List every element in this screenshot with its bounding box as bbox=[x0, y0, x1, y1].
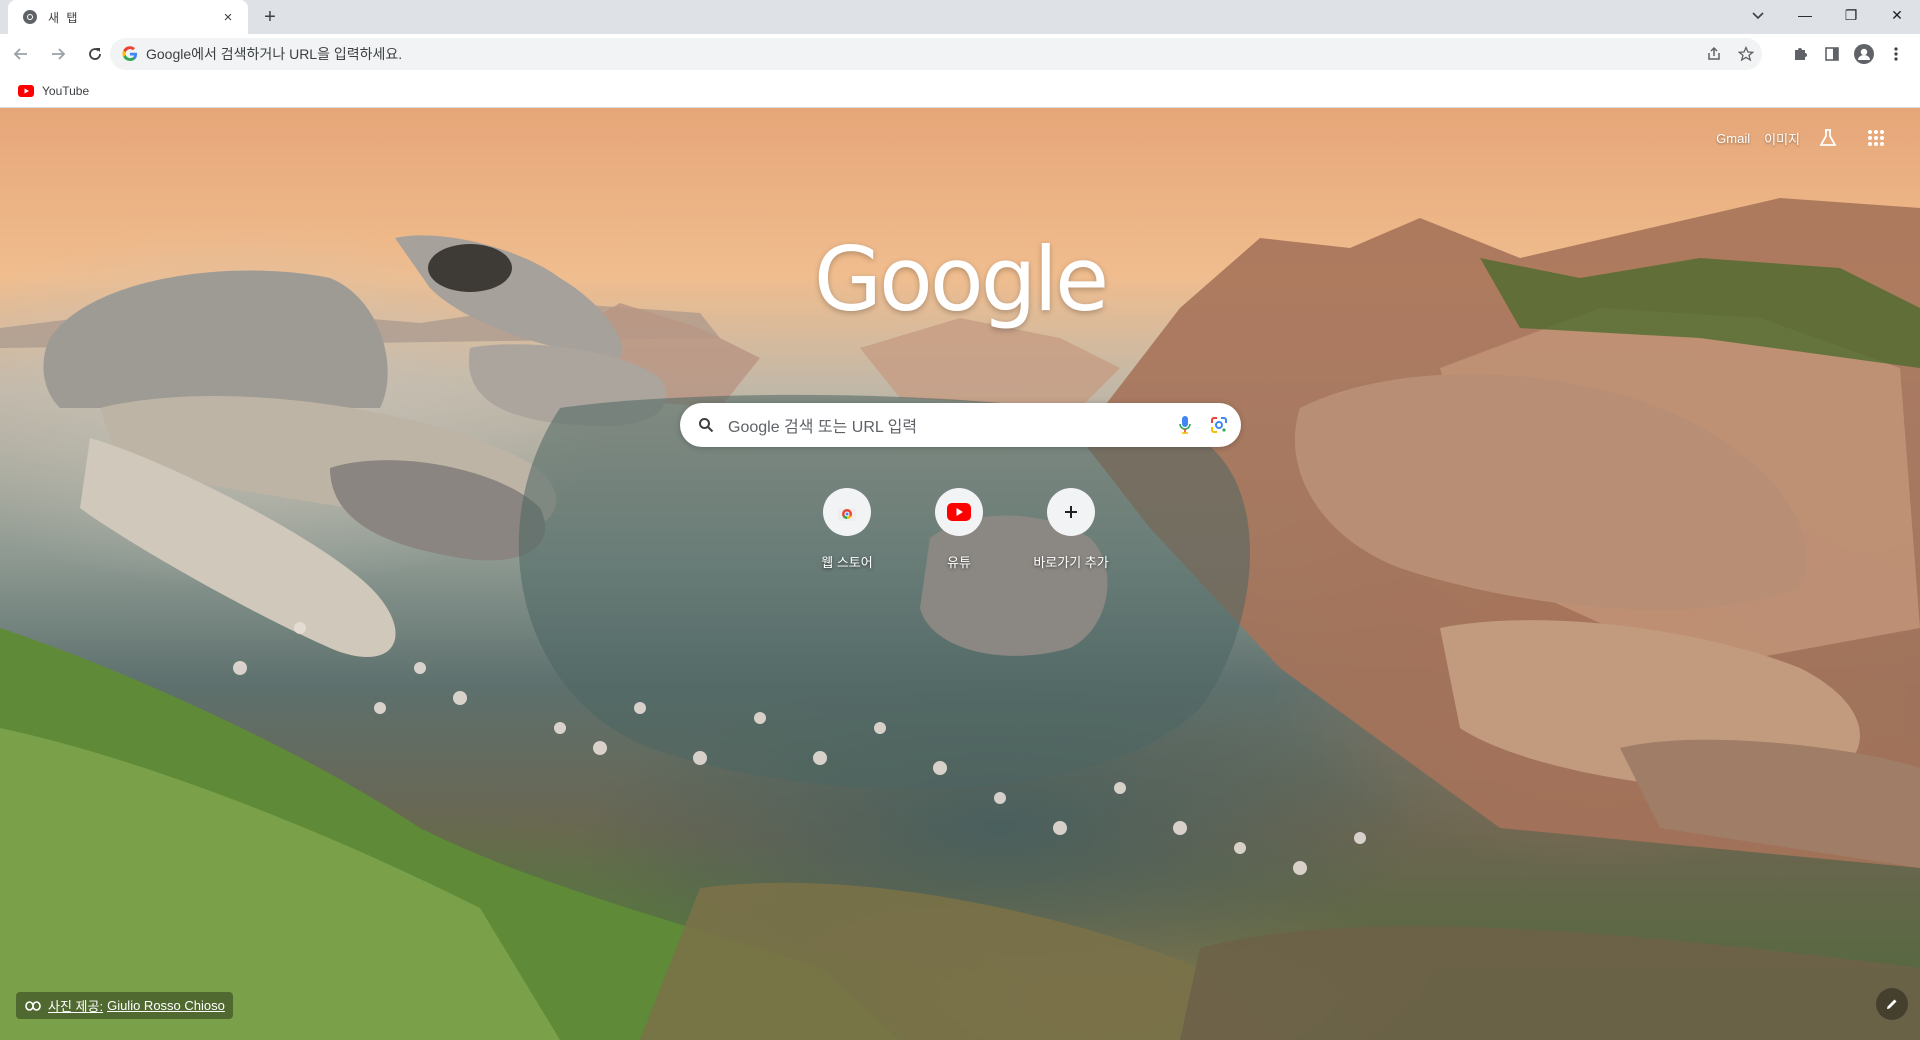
plus-icon bbox=[1065, 506, 1077, 518]
arrow-right-icon bbox=[52, 48, 66, 60]
shortcut-tile bbox=[1047, 488, 1095, 536]
shortcut-add[interactable]: 바로가기 추가 bbox=[1015, 480, 1127, 592]
chevron-down-icon bbox=[1752, 12, 1764, 20]
bookmark-youtube[interactable]: YouTube bbox=[12, 78, 95, 104]
link-icon bbox=[24, 997, 42, 1015]
bookmarks-bar: YouTube bbox=[0, 74, 1920, 108]
tab-search-button[interactable] bbox=[1744, 4, 1772, 28]
labs-flask-icon bbox=[1819, 129, 1837, 146]
pencil-icon bbox=[1887, 999, 1897, 1009]
avatar-icon bbox=[1854, 44, 1874, 64]
google-g-icon bbox=[122, 46, 137, 61]
shortcut-label: 유튜 bbox=[947, 555, 971, 570]
youtube-icon bbox=[18, 84, 34, 97]
tab-close-button[interactable]: × bbox=[218, 7, 238, 27]
reload-button[interactable] bbox=[79, 38, 111, 70]
tab-title: 새 탭 bbox=[48, 10, 80, 25]
share-button[interactable] bbox=[1698, 38, 1730, 70]
address-bar[interactable]: Google에서 검색하거나 URL을 입력하세요. bbox=[110, 38, 1762, 70]
extensions-button[interactable] bbox=[1784, 38, 1816, 70]
side-panel-icon bbox=[1825, 47, 1839, 61]
shortcut-label: 바로가기 추가 bbox=[1033, 555, 1109, 570]
youtube-icon bbox=[947, 503, 971, 521]
chrome-icon bbox=[22, 9, 38, 25]
logo-text: Google bbox=[813, 228, 1109, 331]
forward-button[interactable] bbox=[42, 38, 74, 70]
side-panel-button[interactable] bbox=[1816, 38, 1848, 70]
attribution-prefix: 사진 제공: bbox=[48, 999, 104, 1014]
google-apps-button[interactable] bbox=[1856, 118, 1896, 158]
tab-new-tab[interactable]: 새 탭 × bbox=[8, 0, 248, 34]
minimize-button[interactable]: — bbox=[1782, 0, 1828, 30]
gmail-link[interactable]: Gmail bbox=[1716, 131, 1750, 146]
chrome-menu-button[interactable] bbox=[1880, 38, 1912, 70]
labs-button[interactable] bbox=[1808, 118, 1848, 158]
arrow-left-icon bbox=[13, 48, 27, 60]
more-vert-icon bbox=[1894, 47, 1898, 61]
attribution-author[interactable]: Giulio Rosso Chioso bbox=[107, 998, 225, 1013]
new-tab-button[interactable]: + bbox=[258, 5, 282, 29]
google-lens-icon[interactable] bbox=[1209, 415, 1229, 435]
chrome-web-store-icon bbox=[838, 508, 856, 521]
search-icon bbox=[696, 415, 716, 435]
share-icon bbox=[1708, 46, 1720, 60]
reload-icon bbox=[89, 48, 101, 60]
google-logo: Google bbox=[0, 228, 1920, 331]
star-icon bbox=[1738, 46, 1754, 62]
restore-button[interactable]: ❐ bbox=[1828, 0, 1874, 30]
close-window-button[interactable]: ✕ bbox=[1874, 0, 1920, 30]
shortcut-label: 웹 스토어 bbox=[821, 555, 873, 570]
ntp-top-links: Gmail 이미지 bbox=[1702, 118, 1896, 158]
bookmark-label: YouTube bbox=[42, 83, 90, 98]
omnibox-placeholder: Google에서 검색하거나 URL을 입력하세요. bbox=[146, 46, 403, 62]
new-tab-page: Gmail 이미지 Google Google 검색 또는 URL 입력 웹 스… bbox=[0, 108, 1920, 1040]
ntp-search-box[interactable]: Google 검색 또는 URL 입력 bbox=[680, 403, 1241, 447]
profile-button[interactable] bbox=[1848, 38, 1880, 70]
back-button[interactable] bbox=[5, 38, 37, 70]
shortcut-tile bbox=[823, 488, 871, 536]
shortcuts-grid: 웹 스토어 유튜 바로가기 추가 bbox=[791, 480, 1127, 592]
photo-attribution[interactable]: 사진 제공: Giulio Rosso Chioso bbox=[16, 992, 233, 1019]
toolbar: Google에서 검색하거나 URL을 입력하세요. bbox=[0, 34, 1920, 74]
customize-chrome-button[interactable] bbox=[1876, 988, 1908, 1020]
bookmark-star-button[interactable] bbox=[1730, 38, 1762, 70]
shortcut-tile bbox=[935, 488, 983, 536]
search-placeholder: Google 검색 또는 URL 입력 bbox=[728, 419, 918, 436]
voice-search-icon[interactable] bbox=[1175, 415, 1195, 435]
puzzle-icon bbox=[1795, 48, 1807, 60]
shortcut-web-store[interactable]: 웹 스토어 bbox=[791, 480, 903, 592]
shortcut-youtube[interactable]: 유튜 bbox=[903, 480, 1015, 592]
apps-grid-icon bbox=[1868, 130, 1884, 146]
images-link[interactable]: 이미지 bbox=[1764, 129, 1800, 148]
tab-strip: 새 탭 × + — ❐ ✕ bbox=[0, 0, 1920, 34]
